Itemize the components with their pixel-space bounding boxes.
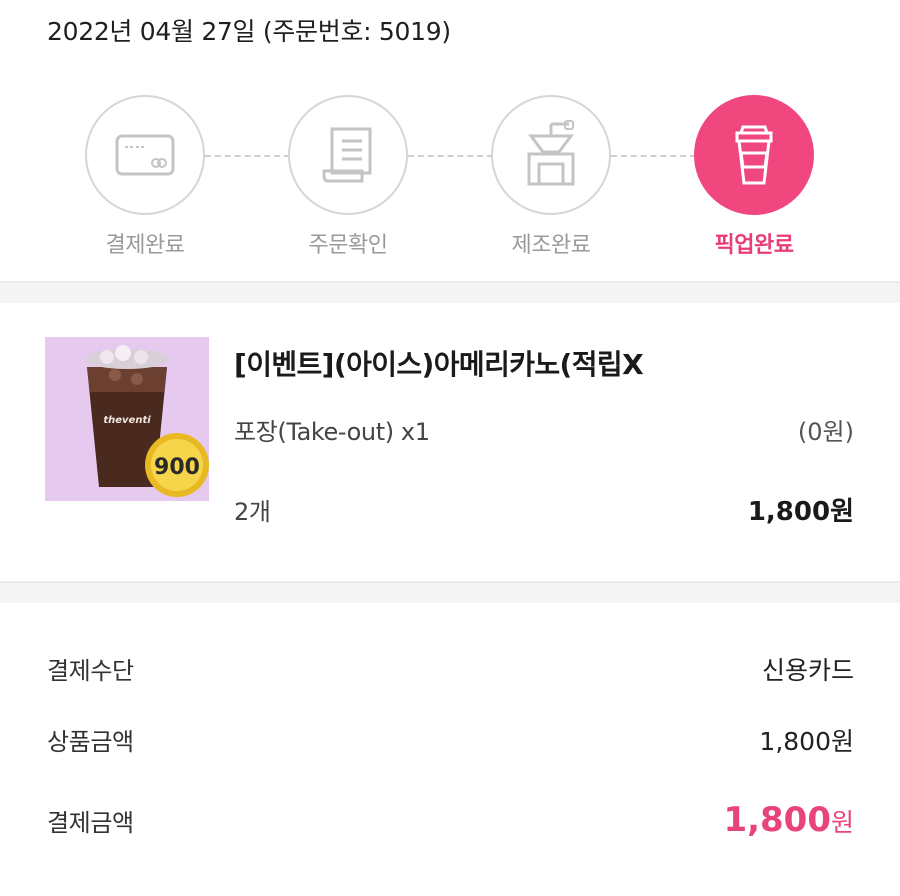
order-date-header: 2022년 04월 27일 (주문번호: 5019) (47, 17, 451, 46)
step-connector (611, 155, 696, 157)
step-pickup-complete: 픽업완료 (694, 95, 814, 259)
product-quantity: 2개 (234, 498, 271, 526)
step-label: 픽업완료 (714, 233, 794, 258)
total-row: 결제금액 1,800원 (47, 800, 854, 840)
step-circle (491, 95, 611, 215)
step-order-confirmed: 주문확인 (288, 95, 408, 259)
iced-americano-image: theventi 900 (45, 337, 209, 501)
payment-method-row: 결제수단 신용카드 (47, 651, 854, 687)
product-title: [이벤트](아이스)아메리카노(적립X (234, 348, 644, 381)
step-circle (694, 95, 814, 215)
subtotal-row: 상품금액 1,800원 (47, 722, 854, 758)
product-option-row: 포장(Take-out) x1 (0원) (234, 412, 854, 447)
step-circle (288, 95, 408, 215)
total-value: 1,800원 (723, 800, 854, 840)
product-option-label: 포장(Take-out) x1 (234, 418, 430, 446)
step-label: 주문확인 (308, 233, 388, 258)
step-label: 결제완료 (105, 233, 185, 258)
receipt-icon (322, 127, 372, 183)
product-quantity-row: 2개 1,800원 (234, 491, 854, 528)
step-connector (205, 155, 290, 157)
card-icon (115, 134, 175, 176)
product-price: 1,800원 (747, 497, 854, 527)
total-unit: 원 (830, 808, 854, 837)
step-preparation-complete: 제조완료 (491, 95, 611, 259)
total-amount: 1,800 (723, 800, 831, 840)
takeout-cup-icon (735, 125, 773, 185)
step-connector (408, 155, 493, 157)
cup-brand-text: theventi (103, 415, 151, 426)
total-label: 결제금액 (47, 809, 134, 837)
step-circle (85, 95, 205, 215)
section-divider (0, 281, 900, 303)
subtotal-value: 1,800원 (759, 727, 854, 756)
payment-method-label: 결제수단 (47, 657, 134, 685)
order-progress: 결제완료 주문확인 제조완료 픽업완료 (0, 95, 900, 258)
product-thumbnail: theventi 900 (45, 337, 209, 501)
product-option-price: (0원) (797, 418, 854, 446)
subtotal-label: 상품금액 (47, 728, 134, 756)
payment-method-value: 신용카드 (761, 656, 854, 685)
step-label: 제조완료 (511, 233, 591, 258)
point-badge: 900 (154, 455, 200, 480)
section-divider (0, 581, 900, 603)
step-payment-complete: 결제완료 (85, 95, 205, 259)
coffee-grinder-icon (527, 120, 575, 186)
